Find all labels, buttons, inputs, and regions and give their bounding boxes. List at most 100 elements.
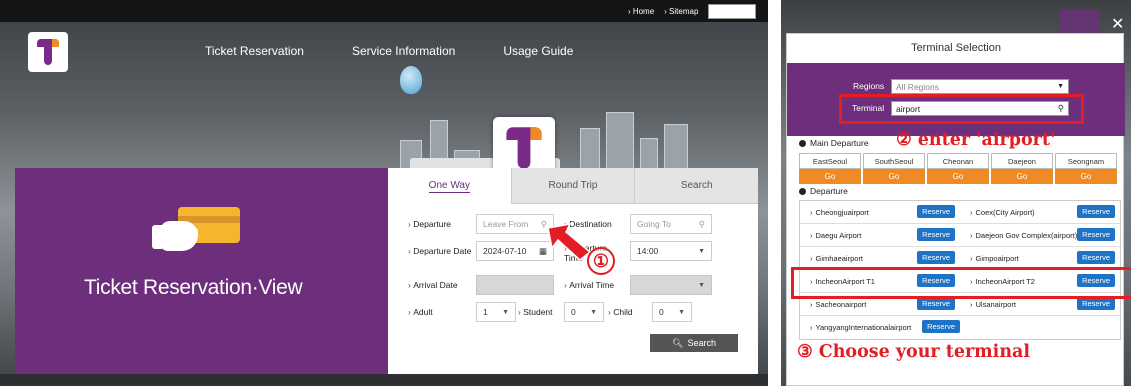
modal-title: Terminal Selection: [911, 42, 1001, 54]
main-departure-item: Cheonan Go: [927, 153, 989, 185]
main-departure-name: SouthSeoul: [863, 153, 925, 169]
main-departure-buttons: EastSeoul Go SouthSeoul Go Cheonan Go Da…: [799, 153, 1117, 185]
reservation-page: › Home › Sitemap Language Ticket Reserva…: [0, 0, 768, 386]
terminal-name: Daejeon Gov Complex(airport): [975, 230, 1078, 240]
arrival-date-label: Arrival Date: [408, 280, 457, 290]
main-departure-name: EastSeoul: [799, 153, 861, 169]
home-link[interactable]: › Home: [628, 7, 654, 16]
hot-air-balloon-icon: [400, 66, 422, 94]
main-departure-label: Main Departure: [810, 138, 869, 148]
nav-service-information[interactable]: Service Information: [352, 44, 455, 58]
bullet-icon: [799, 187, 806, 195]
go-button[interactable]: Go: [991, 169, 1053, 184]
search-button[interactable]: 🔍︎ Search: [650, 334, 738, 352]
annotation-step2: ② enter 'airport': [896, 130, 1056, 150]
top-utility-bar: › Home › Sitemap Language: [0, 0, 768, 22]
nav-ticket-reservation[interactable]: Ticket Reservation: [205, 44, 304, 58]
reserve-button[interactable]: Reserve: [917, 251, 955, 264]
destination-input[interactable]: Going To ⚲: [630, 214, 712, 234]
language-button[interactable]: Language: [708, 4, 756, 19]
terminal-name: YangyangInternationalairport: [815, 323, 912, 332]
reserve-button[interactable]: Reserve: [922, 320, 960, 333]
child-label: Child: [608, 307, 632, 317]
row-arrival: Arrival Date Arrival Time ▼: [388, 275, 758, 297]
terminal-name: Ulsanairport: [975, 299, 1016, 309]
reserve-button[interactable]: Reserve: [917, 228, 955, 241]
reserve-button[interactable]: Reserve: [1077, 228, 1115, 241]
departure-time-select[interactable]: 14:00 ▼: [630, 241, 712, 261]
regions-select[interactable]: All Regions ▼: [891, 79, 1069, 94]
terminal-name: Sacheonairport: [815, 299, 867, 309]
tab-round-trip[interactable]: Round Trip: [510, 168, 635, 204]
adult-label: Adult: [408, 307, 432, 317]
sitemap-link[interactable]: › Sitemap: [664, 7, 698, 16]
go-button[interactable]: Go: [927, 169, 989, 184]
chevron-down-icon: ▼: [698, 247, 705, 255]
main-departure-name: Daejeon: [991, 153, 1053, 169]
go-button[interactable]: Go: [1055, 169, 1117, 184]
terminal-item: Daejeon Gov Complex(airport)Reserve: [960, 224, 1120, 246]
terminal-name: Cheongjuairport: [815, 207, 869, 217]
tab-search[interactable]: Search: [634, 168, 759, 204]
chevron-down-icon: ▼: [678, 308, 685, 316]
table-row: Daegu Airport Reserve Daejeon Gov Complex…: [800, 224, 1120, 247]
adult-value: 1: [483, 307, 488, 317]
reserve-button[interactable]: Reserve: [917, 205, 955, 218]
annotation-step1: ①: [587, 247, 615, 275]
main-departure-item: Daejeon Go: [991, 153, 1053, 185]
main-departure-name: Cheonan: [927, 153, 989, 169]
go-button[interactable]: Go: [799, 169, 861, 184]
reserve-button[interactable]: Reserve: [1077, 251, 1115, 264]
arrival-date-input[interactable]: [476, 275, 554, 295]
t-logo-icon: [506, 127, 542, 169]
nav-usage-guide[interactable]: Usage Guide: [503, 44, 573, 58]
departure-label: Departure: [408, 219, 451, 229]
terminal-item: Daegu Airport Reserve: [800, 224, 960, 246]
screenshot-root: › Home › Sitemap Language Ticket Reserva…: [0, 0, 1131, 386]
terminal-name: Gimhaeairport: [815, 253, 864, 263]
tab-label: One Way: [428, 179, 470, 193]
child-value: 0: [659, 307, 664, 317]
terminal-name: Daegu Airport: [815, 230, 862, 240]
search-icon: 🔍︎: [672, 337, 684, 348]
destination-placeholder: Going To: [637, 219, 671, 229]
reserve-button[interactable]: Reserve: [1077, 205, 1115, 218]
search-icon: ⚲: [698, 218, 705, 229]
table-row: Cheongjuairport Reserve Coex(City Airport…: [800, 201, 1120, 224]
chevron-down-icon: ▼: [1057, 83, 1064, 90]
arrival-time-select[interactable]: ▼: [630, 275, 712, 295]
student-select[interactable]: 0 ▼: [564, 302, 604, 322]
child-select[interactable]: 0 ▼: [652, 302, 692, 322]
search-button-label: Search: [687, 338, 716, 348]
chevron-down-icon: ▼: [590, 308, 597, 316]
close-icon[interactable]: ✕: [1111, 14, 1124, 34]
terminal-item: Coex(City Airport) Reserve: [960, 201, 1120, 223]
highlight-incheon-row-box: [791, 267, 1131, 299]
tab-one-way[interactable]: One Way: [388, 168, 511, 204]
departure-placeholder: Leave From: [483, 219, 529, 229]
departure-label: Departure: [810, 186, 848, 196]
site-logo[interactable]: [28, 32, 68, 72]
highlight-terminal-box: [839, 94, 1084, 124]
student-value: 0: [571, 307, 576, 317]
row-passengers: Adult 1 ▼ Student 0 ▼ Child 0 ▼: [388, 302, 758, 324]
adult-select[interactable]: 1 ▼: [476, 302, 516, 322]
tab-label: Search: [680, 180, 713, 191]
page-title: Ticket Reservation·View: [84, 276, 303, 299]
reservation-form: One Way Round Trip Search Departure Leav…: [388, 168, 759, 386]
regions-value: All Regions: [896, 81, 939, 92]
terminal-item: YangyangInternationalairport Reserve: [800, 316, 960, 339]
main-departure-heading: Main Departure: [799, 138, 869, 148]
terminal-name: Coex(City Airport): [975, 207, 1035, 217]
main-departure-item: SouthSeoul Go: [863, 153, 925, 185]
go-button[interactable]: Go: [863, 169, 925, 184]
terminal-selection-page: ✕ Terminal Selection Regions All Regions…: [781, 0, 1131, 386]
terminal-item: Gimhaeairport Reserve: [800, 247, 960, 269]
trip-type-tabs: One Way Round Trip Search: [388, 168, 759, 204]
tab-label: Round Trip: [548, 180, 598, 191]
bullet-icon: [799, 139, 806, 147]
departure-date-value: 2024-07-10: [483, 246, 527, 256]
terminal-item: Gimpoairport Reserve: [960, 247, 1120, 269]
departure-time-value: 14:00: [637, 246, 659, 256]
main-departure-item: EastSeoul Go: [799, 153, 861, 185]
